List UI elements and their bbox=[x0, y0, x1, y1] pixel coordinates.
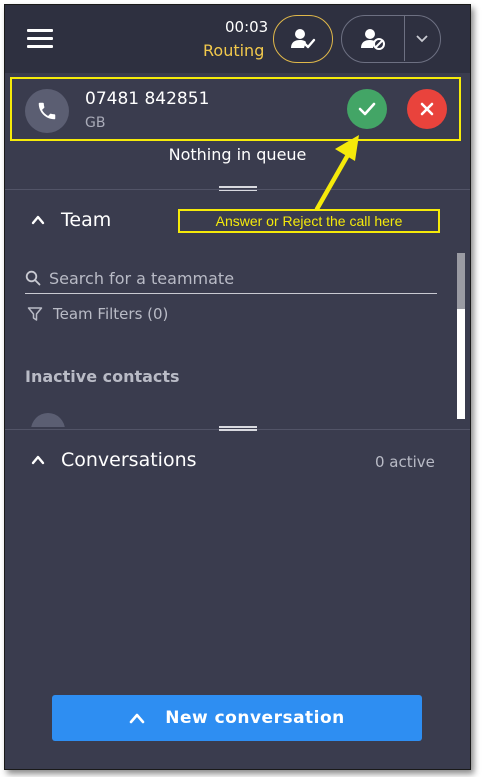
filter-icon bbox=[27, 307, 43, 321]
chevron-up-icon bbox=[129, 713, 145, 724]
presence-button[interactable] bbox=[342, 16, 405, 61]
scrollbar-thumb[interactable] bbox=[457, 253, 465, 309]
annotation-arrow bbox=[314, 135, 359, 212]
conversations-section-header[interactable]: Conversations bbox=[31, 449, 197, 471]
divider bbox=[5, 189, 470, 190]
user-blocked-icon bbox=[361, 28, 385, 50]
chevron-up-icon bbox=[31, 455, 45, 465]
accept-call-button[interactable] bbox=[347, 89, 387, 129]
call-timer: 00:03 bbox=[225, 18, 269, 36]
team-list bbox=[5, 335, 470, 427]
new-conversation-button[interactable]: New conversation bbox=[52, 695, 422, 741]
availability-button[interactable] bbox=[273, 15, 333, 63]
annotation-label: Answer or Reject the call here bbox=[178, 209, 440, 233]
presence-dropdown[interactable] bbox=[341, 15, 441, 63]
queue-status: Nothing in queue bbox=[168, 145, 307, 164]
team-filters-label: Team Filters (0) bbox=[53, 305, 169, 323]
new-conversation-label: New conversation bbox=[165, 708, 345, 728]
conversations-title: Conversations bbox=[61, 449, 197, 471]
caller-number: 07481 842851 bbox=[85, 89, 210, 109]
app-window: 00:03 Routing 07481 842851 GB Nothing in… bbox=[4, 4, 471, 770]
user-check-icon bbox=[291, 29, 316, 49]
check-icon bbox=[358, 102, 376, 116]
call-highlight-box bbox=[10, 77, 461, 141]
dropdown-toggle[interactable] bbox=[404, 16, 440, 61]
active-conversations-count: 0 active bbox=[375, 453, 435, 471]
search-placeholder: Search for a teammate bbox=[49, 268, 235, 288]
caller-country: GB bbox=[85, 115, 106, 131]
reject-call-button[interactable] bbox=[407, 89, 447, 129]
chevron-down-icon bbox=[416, 34, 428, 42]
close-icon bbox=[420, 102, 434, 116]
team-section-header[interactable]: Team bbox=[31, 209, 111, 231]
routing-status: Routing bbox=[203, 41, 265, 60]
team-title: Team bbox=[61, 209, 112, 231]
teammate-search-input[interactable]: Search for a teammate bbox=[25, 263, 437, 294]
resize-handle[interactable] bbox=[219, 426, 257, 431]
phone-icon bbox=[25, 89, 69, 133]
top-bar: 00:03 Routing bbox=[5, 5, 470, 73]
search-icon bbox=[25, 270, 41, 286]
chevron-up-icon bbox=[31, 215, 45, 225]
avatar bbox=[31, 413, 65, 427]
menu-icon[interactable] bbox=[27, 29, 53, 49]
team-filters-button[interactable]: Team Filters (0) bbox=[27, 305, 168, 323]
